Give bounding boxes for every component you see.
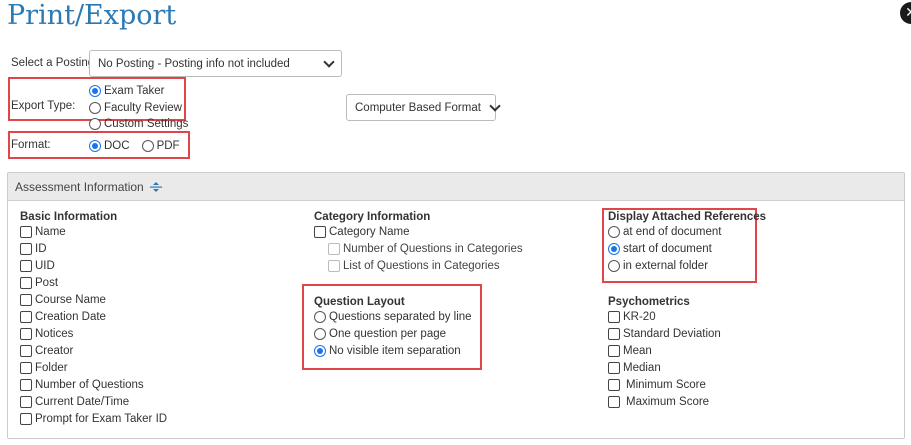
format-label: Format:: [11, 139, 51, 151]
checkbox[interactable]: [20, 242, 32, 255]
checkbox[interactable]: [314, 225, 326, 238]
list-item[interactable]: Number of Questions: [20, 376, 167, 393]
list-item[interactable]: Standard Deviation: [608, 325, 721, 342]
posting-label: Select a Posting:: [11, 57, 98, 69]
export-type-custom-settings[interactable]: Custom Settings: [89, 116, 188, 131]
checkbox[interactable]: [20, 327, 32, 340]
category-info-title: Category Information: [314, 211, 431, 223]
list-item[interactable]: Course Name: [20, 291, 167, 308]
checkbox[interactable]: [20, 361, 32, 374]
list-item[interactable]: Median: [608, 359, 721, 376]
checkbox[interactable]: [608, 344, 620, 357]
radio-selected[interactable]: [608, 242, 620, 255]
radio[interactable]: [141, 139, 154, 152]
checkbox[interactable]: [20, 293, 32, 306]
references-end-of-document[interactable]: at end of document: [608, 223, 766, 240]
assessment-panel-title: Assessment Information: [15, 179, 144, 194]
format-type-select-value: Computer Based Format: [355, 101, 481, 114]
checkbox[interactable]: [20, 310, 32, 323]
category-list-option[interactable]: List of Questions in Categories: [314, 257, 523, 274]
checkbox[interactable]: [608, 310, 620, 323]
list-item[interactable]: Maximum Score: [608, 393, 721, 410]
checkbox[interactable]: [20, 225, 32, 238]
question-layout-section: Question Layout Questions separated by l…: [314, 296, 472, 359]
format-pdf[interactable]: PDF: [141, 137, 180, 154]
checkbox[interactable]: [608, 327, 620, 340]
checkbox[interactable]: [328, 242, 340, 255]
category-name-option[interactable]: Category Name: [314, 223, 523, 240]
close-icon[interactable]: ✕: [900, 2, 911, 24]
checkbox[interactable]: [20, 395, 32, 408]
chevron-down-icon: [323, 55, 335, 68]
checkbox[interactable]: [608, 361, 620, 374]
list-item[interactable]: Current Date/Time: [20, 393, 167, 410]
format-type-select[interactable]: Computer Based Format: [346, 94, 501, 121]
radio-selected[interactable]: [89, 84, 101, 97]
list-item[interactable]: UID: [20, 257, 167, 274]
assessment-panel-header[interactable]: Assessment Information: [8, 173, 904, 201]
list-item[interactable]: Notices: [20, 325, 167, 342]
psychometrics-title: Psychometrics: [608, 296, 690, 308]
psychometrics-section: Psychometrics KR-20 Standard Deviation Mea…: [608, 296, 721, 410]
assessment-panel: Assessment Information Basic Information…: [7, 172, 905, 439]
page-title: Print/Export: [7, 0, 177, 31]
checkbox[interactable]: [608, 395, 620, 408]
checkbox[interactable]: [20, 276, 32, 289]
psychometrics-list: KR-20 Standard Deviation Mean Median Minimum…: [608, 308, 721, 410]
list-item[interactable]: Creator: [20, 342, 167, 359]
chevron-down-icon: [489, 99, 501, 112]
basic-info-section: Basic Information Name ID UID Post Course Na…: [20, 211, 167, 427]
list-item[interactable]: Name: [20, 223, 167, 240]
basic-info-list: Name ID UID Post Course Name Creation Date Not…: [20, 223, 167, 427]
list-item[interactable]: KR-20: [608, 308, 721, 325]
list-item[interactable]: Mean: [608, 342, 721, 359]
list-item[interactable]: ID: [20, 240, 167, 257]
references-section: Display Attached References at end of do…: [608, 211, 766, 274]
basic-info-title: Basic Information: [20, 211, 118, 223]
layout-one-per-page[interactable]: One question per page: [314, 325, 472, 342]
export-type-faculty-review[interactable]: Faculty Review: [89, 99, 188, 116]
layout-no-separation[interactable]: No visible item separation: [314, 342, 472, 359]
radio[interactable]: [314, 327, 326, 340]
checkbox[interactable]: [20, 378, 32, 391]
question-layout-title: Question Layout: [314, 296, 405, 308]
list-item[interactable]: Folder: [20, 359, 167, 376]
layout-separated-by-line[interactable]: Questions separated by line: [314, 308, 472, 325]
posting-select-value: No Posting - Posting info not included: [98, 57, 290, 70]
format-group: DOC PDF: [89, 137, 180, 154]
radio[interactable]: [608, 225, 620, 238]
checkbox[interactable]: [328, 259, 340, 272]
export-type-exam-taker[interactable]: Exam Taker: [89, 82, 188, 99]
checkbox[interactable]: [608, 378, 620, 391]
collapse-icon[interactable]: [149, 181, 163, 193]
list-item[interactable]: Prompt for Exam Taker ID: [20, 410, 167, 427]
export-type-label: Export Type:: [11, 100, 76, 112]
radio-selected[interactable]: [89, 139, 101, 152]
checkbox[interactable]: [20, 412, 32, 425]
checkbox[interactable]: [20, 259, 32, 272]
category-count-option[interactable]: Number of Questions in Categories: [314, 240, 523, 257]
references-start-of-document[interactable]: start of document: [608, 240, 766, 257]
format-doc[interactable]: DOC: [89, 137, 130, 154]
radio[interactable]: [608, 259, 620, 272]
category-info-section: Category Information Category Name Numbe…: [314, 211, 523, 274]
references-external-folder[interactable]: in external folder: [608, 257, 766, 274]
radio[interactable]: [314, 310, 326, 323]
list-item[interactable]: Post: [20, 274, 167, 291]
export-type-group: Exam Taker Faculty Review Custom Setting…: [89, 82, 188, 131]
list-item[interactable]: Creation Date: [20, 308, 167, 325]
radio-selected[interactable]: [314, 344, 326, 357]
radio[interactable]: [89, 117, 101, 130]
posting-select[interactable]: No Posting - Posting info not included: [89, 50, 342, 77]
list-item[interactable]: Minimum Score: [608, 376, 721, 393]
references-title: Display Attached References: [608, 211, 767, 223]
radio[interactable]: [89, 101, 101, 114]
checkbox[interactable]: [20, 344, 32, 357]
